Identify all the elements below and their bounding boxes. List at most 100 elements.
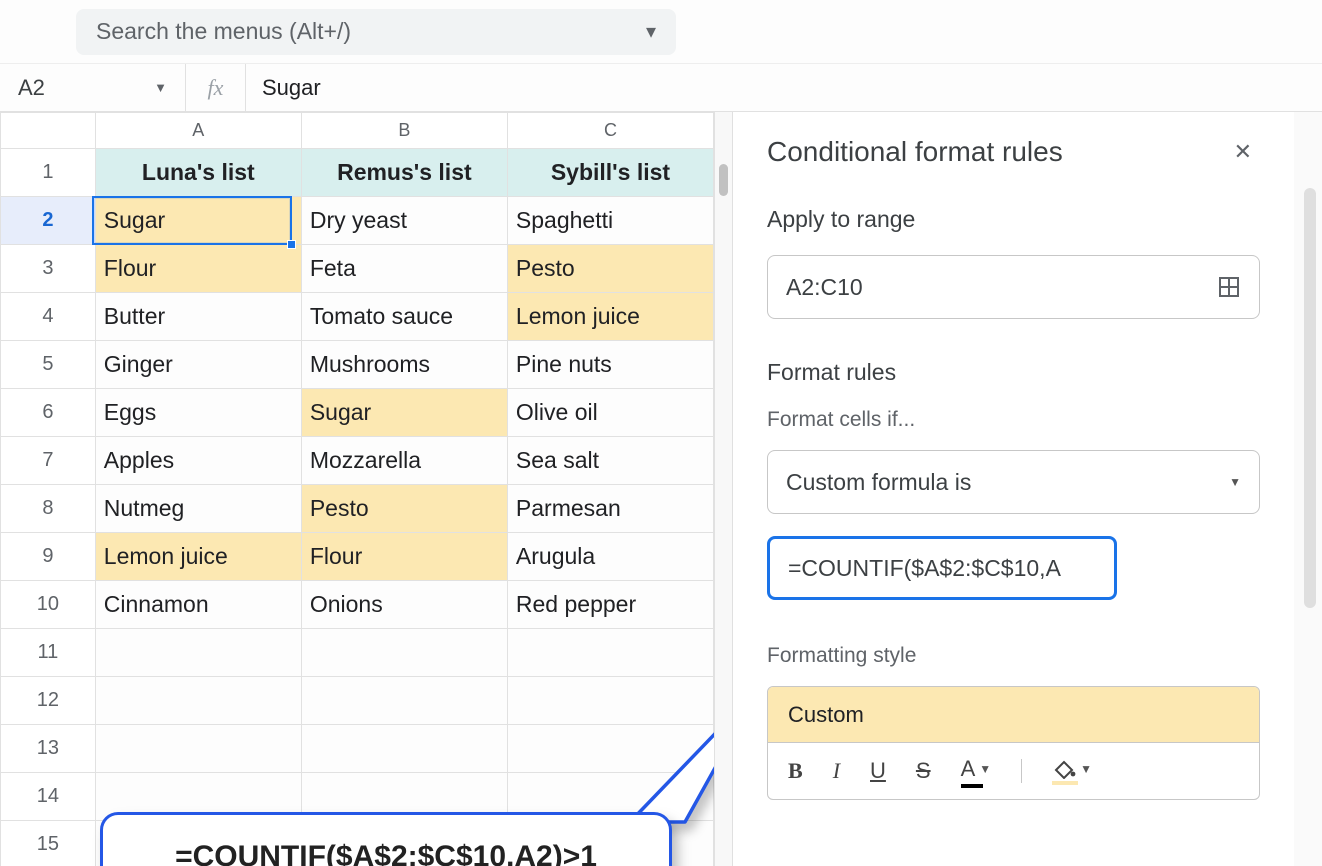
row-7: 7ApplesMozzarellaSea salt [1, 437, 714, 485]
cell[interactable] [95, 677, 301, 725]
style-preview[interactable]: Custom [768, 687, 1259, 743]
cell[interactable]: Mozzarella [301, 437, 507, 485]
colhdr-C[interactable]: C [507, 113, 713, 149]
cell[interactable] [95, 725, 301, 773]
cell[interactable]: Onions [301, 581, 507, 629]
name-box[interactable]: A2 ▼ [6, 64, 186, 111]
row-13: 13 [1, 725, 714, 773]
rowhdr-13[interactable]: 13 [1, 725, 96, 773]
colhdr-B[interactable]: B [301, 113, 507, 149]
cell[interactable]: Pesto [507, 245, 713, 293]
formatting-style-block: Custom B I U S A▼ ▼ [767, 686, 1260, 800]
cell[interactable]: Parmesan [507, 485, 713, 533]
cell[interactable]: Red pepper [507, 581, 713, 629]
cell[interactable] [301, 725, 507, 773]
rowhdr-4[interactable]: 4 [1, 293, 96, 341]
row-1: 1Luna's listRemus's listSybill's list [1, 149, 714, 197]
paint-bucket-icon [1052, 759, 1076, 779]
cell[interactable]: Dry yeast [301, 197, 507, 245]
cell[interactable]: Lemon juice [507, 293, 713, 341]
rowhdr-1[interactable]: 1 [1, 149, 96, 197]
header-cell[interactable]: Remus's list [301, 149, 507, 197]
row-11: 11 [1, 629, 714, 677]
spreadsheet-grid[interactable]: A B C 1Luna's listRemus's listSybill's l… [0, 112, 714, 866]
rowhdr-12[interactable]: 12 [1, 677, 96, 725]
cell[interactable] [507, 629, 713, 677]
rowhdr-9[interactable]: 9 [1, 533, 96, 581]
bold-button[interactable]: B [788, 758, 803, 784]
row-10: 10CinnamonOnionsRed pepper [1, 581, 714, 629]
cell[interactable]: Cinnamon [95, 581, 301, 629]
name-box-dropdown-icon[interactable]: ▼ [154, 80, 167, 95]
formula-bar[interactable]: Sugar [246, 75, 321, 101]
cell[interactable]: Spaghetti [507, 197, 713, 245]
rowhdr-8[interactable]: 8 [1, 485, 96, 533]
cell[interactable]: Olive oil [507, 389, 713, 437]
condition-dropdown[interactable]: Custom formula is ▼ [767, 450, 1260, 514]
menu-search[interactable]: Search the menus (Alt+/) ▾ [76, 9, 676, 55]
cell[interactable] [301, 677, 507, 725]
apply-range-label: Apply to range [767, 206, 1260, 233]
strikethrough-button[interactable]: S [916, 758, 931, 784]
cell[interactable]: Tomato sauce [301, 293, 507, 341]
cell[interactable]: Sugar [301, 389, 507, 437]
cell[interactable]: Pine nuts [507, 341, 713, 389]
cell[interactable] [507, 677, 713, 725]
rowhdr-14[interactable]: 14 [1, 773, 96, 821]
panel-scrollbar[interactable] [1294, 112, 1322, 866]
rowhdr-7[interactable]: 7 [1, 437, 96, 485]
rowhdr-10[interactable]: 10 [1, 581, 96, 629]
cell[interactable] [507, 725, 713, 773]
rowhdr-15[interactable]: 15 [1, 821, 96, 866]
text-color-button[interactable]: A▼ [961, 756, 992, 786]
cell[interactable]: Sea salt [507, 437, 713, 485]
cell[interactable]: Flour [95, 245, 301, 293]
custom-formula-input[interactable]: =COUNTIF($A$2:$C$10,A [767, 536, 1117, 600]
row-12: 12 [1, 677, 714, 725]
cell[interactable]: Lemon juice [95, 533, 301, 581]
panel-scrollbar-thumb[interactable] [1304, 188, 1316, 608]
cell[interactable]: Flour [301, 533, 507, 581]
rowhdr-5[interactable]: 5 [1, 341, 96, 389]
select-all-corner[interactable] [1, 113, 96, 149]
row-3: 3FlourFetaPesto [1, 245, 714, 293]
header-cell[interactable]: Luna's list [95, 149, 301, 197]
row-2: 2SugarDry yeastSpaghetti [1, 197, 714, 245]
rowhdr-2[interactable]: 2 [1, 197, 96, 245]
selection-handle[interactable] [287, 240, 296, 249]
cell[interactable]: Sugar [95, 197, 301, 245]
formatting-style-label: Formatting style [767, 644, 1260, 668]
conditional-format-panel: Conditional format rules ✕ Apply to rang… [732, 112, 1322, 866]
rowhdr-11[interactable]: 11 [1, 629, 96, 677]
range-picker-icon[interactable] [1217, 275, 1241, 299]
close-icon[interactable]: ✕ [1226, 131, 1260, 173]
sheet-scrollbar[interactable] [714, 112, 732, 866]
sheet-scrollbar-thumb[interactable] [719, 164, 728, 196]
cell[interactable]: Apples [95, 437, 301, 485]
row-8: 8NutmegPestoParmesan [1, 485, 714, 533]
cell[interactable] [301, 629, 507, 677]
cell[interactable]: Butter [95, 293, 301, 341]
underline-button[interactable]: U [870, 758, 886, 784]
rowhdr-6[interactable]: 6 [1, 389, 96, 437]
cell[interactable] [95, 629, 301, 677]
cell[interactable]: Pesto [301, 485, 507, 533]
cell[interactable]: Eggs [95, 389, 301, 437]
chevron-down-icon: ▾ [646, 19, 656, 44]
colhdr-A[interactable]: A [95, 113, 301, 149]
row-5: 5GingerMushroomsPine nuts [1, 341, 714, 389]
cell[interactable]: Feta [301, 245, 507, 293]
cell[interactable]: Nutmeg [95, 485, 301, 533]
formula-callout: =COUNTIF($A$2:$C$10,A2)>1 [100, 812, 672, 866]
cell[interactable]: Mushrooms [301, 341, 507, 389]
apply-range-input[interactable]: A2:C10 [767, 255, 1260, 319]
fx-icon: fx [186, 64, 246, 111]
header-cell[interactable]: Sybill's list [507, 149, 713, 197]
cell[interactable]: Arugula [507, 533, 713, 581]
cell[interactable]: Ginger [95, 341, 301, 389]
fill-color-button[interactable]: ▼ [1052, 759, 1092, 783]
rowhdr-3[interactable]: 3 [1, 245, 96, 293]
italic-button[interactable]: I [833, 758, 840, 784]
format-cells-if-label: Format cells if... [767, 408, 1260, 432]
menu-search-placeholder: Search the menus (Alt+/) [96, 18, 351, 45]
